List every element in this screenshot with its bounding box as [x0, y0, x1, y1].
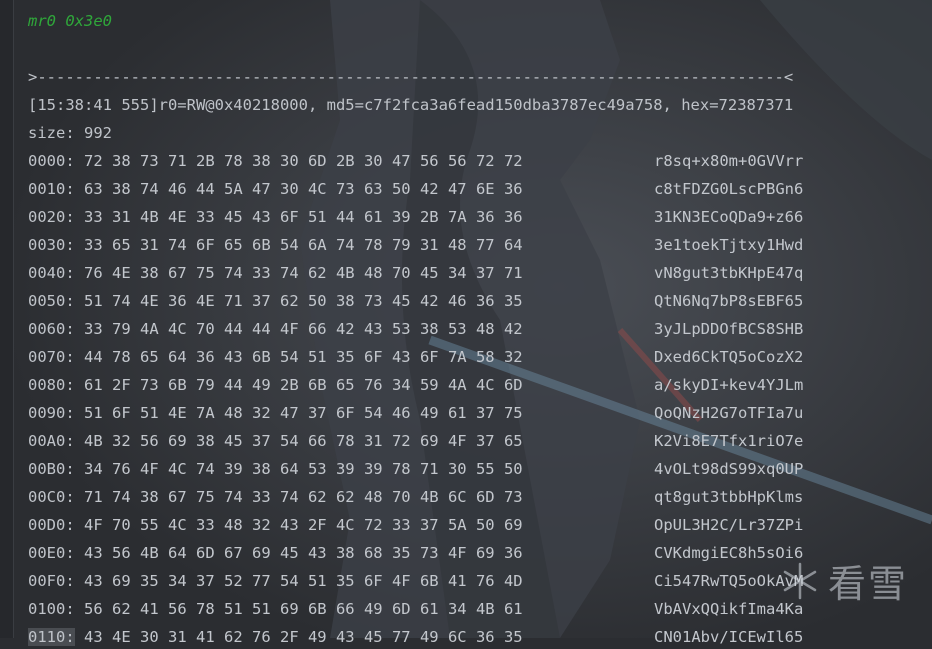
row-hex-bytes: 43 4E 30 31 41 62 76 2F 49 43 45 77 49 6… — [84, 628, 523, 646]
hexdump-row: 00C0: 71 74 38 67 75 74 33 74 62 62 48 7… — [28, 485, 803, 509]
hexdump-row: 00F0: 43 69 35 34 37 52 77 54 51 35 6F 4… — [28, 569, 803, 593]
row-address: 0000: — [28, 152, 75, 170]
hexdump-row: 0050: 51 74 4E 36 4E 71 37 62 50 38 73 4… — [28, 289, 803, 313]
row-ascii: qt8gut3tbbHpKlms — [654, 488, 804, 506]
row-ascii: r8sq+x80m+0GVVrr — [654, 152, 804, 170]
size-line: size: 992 — [28, 124, 112, 142]
row-hex-bytes: 72 38 73 71 2B 78 38 30 6D 2B 30 47 56 5… — [84, 152, 523, 170]
hexdump-row: 0030: 33 65 31 74 6F 65 6B 54 6A 74 78 7… — [28, 233, 803, 257]
row-hex-bytes: 4F 70 55 4C 33 48 32 43 2F 4C 72 33 37 5… — [84, 516, 523, 534]
kanxue-watermark: 看雪 — [780, 553, 908, 608]
row-address: 00B0: — [28, 460, 75, 478]
row-ascii: OpUL3H2C/Lr37ZPi — [654, 516, 804, 534]
row-address: 0020: — [28, 208, 75, 226]
row-address: 0030: — [28, 236, 75, 254]
row-hex-bytes: 33 65 31 74 6F 65 6B 54 6A 74 78 79 31 4… — [84, 236, 523, 254]
row-ascii: 31KN3ECoQDa9+z66 — [654, 208, 804, 226]
row-hex-bytes: 76 4E 38 67 75 74 33 74 62 4B 48 70 45 3… — [84, 264, 523, 282]
hexdump-row: 00D0: 4F 70 55 4C 33 48 32 43 2F 4C 72 3… — [28, 513, 803, 537]
hexdump-row: 0070: 44 78 65 64 36 43 6B 54 51 35 6F 4… — [28, 345, 803, 369]
row-ascii: 3e1toekTjtxy1Hwd — [654, 236, 804, 254]
hexdump-row: 00B0: 34 76 4F 4C 74 39 38 64 53 39 39 7… — [28, 457, 803, 481]
row-address: 00D0: — [28, 516, 75, 534]
row-address: 0080: — [28, 376, 75, 394]
row-hex-bytes: 33 31 4B 4E 33 45 43 6F 51 44 61 39 2B 7… — [84, 208, 523, 226]
row-hex-bytes: 51 6F 51 4E 7A 48 32 47 37 6F 54 46 49 6… — [84, 404, 523, 422]
row-hex-bytes: 51 74 4E 36 4E 71 37 62 50 38 73 45 42 4… — [84, 292, 523, 310]
memory-info-line: [15:38:41 555]r0=RW@0x40218000, md5=c7f2… — [28, 96, 794, 114]
row-hex-bytes: 61 2F 73 6B 79 44 49 2B 6B 65 76 34 59 4… — [84, 376, 523, 394]
hexdump-row: 00A0: 4B 32 56 69 38 45 37 54 66 78 31 7… — [28, 429, 803, 453]
row-address: 0100: — [28, 600, 75, 618]
row-address: 00F0: — [28, 572, 75, 590]
terminal-output: mr0 0x3e0 >-----------------------------… — [28, 0, 932, 646]
row-hex-bytes: 44 78 65 64 36 43 6B 54 51 35 6F 43 6F 7… — [84, 348, 523, 366]
row-hex-bytes: 33 79 4A 4C 70 44 44 4F 66 42 43 53 38 5… — [84, 320, 523, 338]
row-ascii: a/skyDI+kev4YJLm — [654, 376, 804, 394]
hexdump-row: 0010: 63 38 74 46 44 5A 47 30 4C 73 63 5… — [28, 177, 803, 201]
row-address: 0010: — [28, 180, 75, 198]
row-ascii: CN01Abv/ICEwIl65 — [654, 628, 804, 646]
hexdump-row: 0100: 56 62 41 56 78 51 51 69 6B 66 49 6… — [28, 597, 803, 621]
row-ascii: 4vOLt98dS99xq0UP — [654, 460, 804, 478]
row-ascii: K2Vi8E7Tfx1riO7e — [654, 432, 804, 450]
snowflake-icon — [783, 562, 817, 599]
hexdump-row: 0000: 72 38 73 71 2B 78 38 30 6D 2B 30 4… — [28, 149, 803, 173]
row-address: 00A0: — [28, 432, 75, 450]
row-address: 0090: — [28, 404, 75, 422]
separator-line: >---------------------------------------… — [28, 68, 794, 86]
row-hex-bytes: 43 56 4B 64 6D 67 69 45 43 38 68 35 73 4… — [84, 544, 523, 562]
row-ascii: Dxed6CkTQ5oCozX2 — [654, 348, 804, 366]
row-address: 0110: — [28, 628, 75, 646]
row-hex-bytes: 63 38 74 46 44 5A 47 30 4C 73 63 50 42 4… — [84, 180, 523, 198]
row-hex-bytes: 4B 32 56 69 38 45 37 54 66 78 31 72 69 4… — [84, 432, 523, 450]
row-hex-bytes: 34 76 4F 4C 74 39 38 64 53 39 39 78 71 3… — [84, 460, 523, 478]
hexdump-row: 0090: 51 6F 51 4E 7A 48 32 47 37 6F 54 4… — [28, 401, 803, 425]
row-ascii: QoQNzH2G7oTFIa7u — [654, 404, 804, 422]
row-address: 00E0: — [28, 544, 75, 562]
watermark-text: 看雪 — [827, 562, 908, 606]
hexdump-row: 0080: 61 2F 73 6B 79 44 49 2B 6B 65 76 3… — [28, 373, 803, 397]
row-address: 0060: — [28, 320, 75, 338]
row-hex-bytes: 56 62 41 56 78 51 51 69 6B 66 49 6D 61 3… — [84, 600, 523, 618]
hexdump-row: 0020: 33 31 4B 4E 33 45 43 6F 51 44 61 3… — [28, 205, 803, 229]
row-hex-bytes: 71 74 38 67 75 74 33 74 62 62 48 70 4B 6… — [84, 488, 523, 506]
row-address: 00C0: — [28, 488, 75, 506]
row-ascii: QtN6Nq7bP8sEBF65 — [654, 292, 804, 310]
row-address: 0070: — [28, 348, 75, 366]
row-ascii: vN8gut3tbKHpE47q — [654, 264, 804, 282]
row-hex-bytes: 43 69 35 34 37 52 77 54 51 35 6F 4F 6B 4… — [84, 572, 523, 590]
hexdump-row: 0060: 33 79 4A 4C 70 44 44 4F 66 42 43 5… — [28, 317, 803, 341]
hexdump-row: 00E0: 43 56 4B 64 6D 67 69 45 43 38 68 3… — [28, 541, 803, 565]
hexdump-row: 0040: 76 4E 38 67 75 74 33 74 62 4B 48 7… — [28, 261, 803, 285]
row-address: 0040: — [28, 264, 75, 282]
row-address: 0050: — [28, 292, 75, 310]
row-ascii: c8tFDZG0LscPBGn6 — [654, 180, 804, 198]
hexdump-row: 0110: 43 4E 30 31 41 62 76 2F 49 43 45 7… — [28, 625, 803, 649]
command-line: mr0 0x3e0 — [28, 12, 112, 30]
row-ascii: 3yJLpDDOfBCS8SHB — [654, 320, 804, 338]
editor-gutter — [0, 0, 14, 638]
